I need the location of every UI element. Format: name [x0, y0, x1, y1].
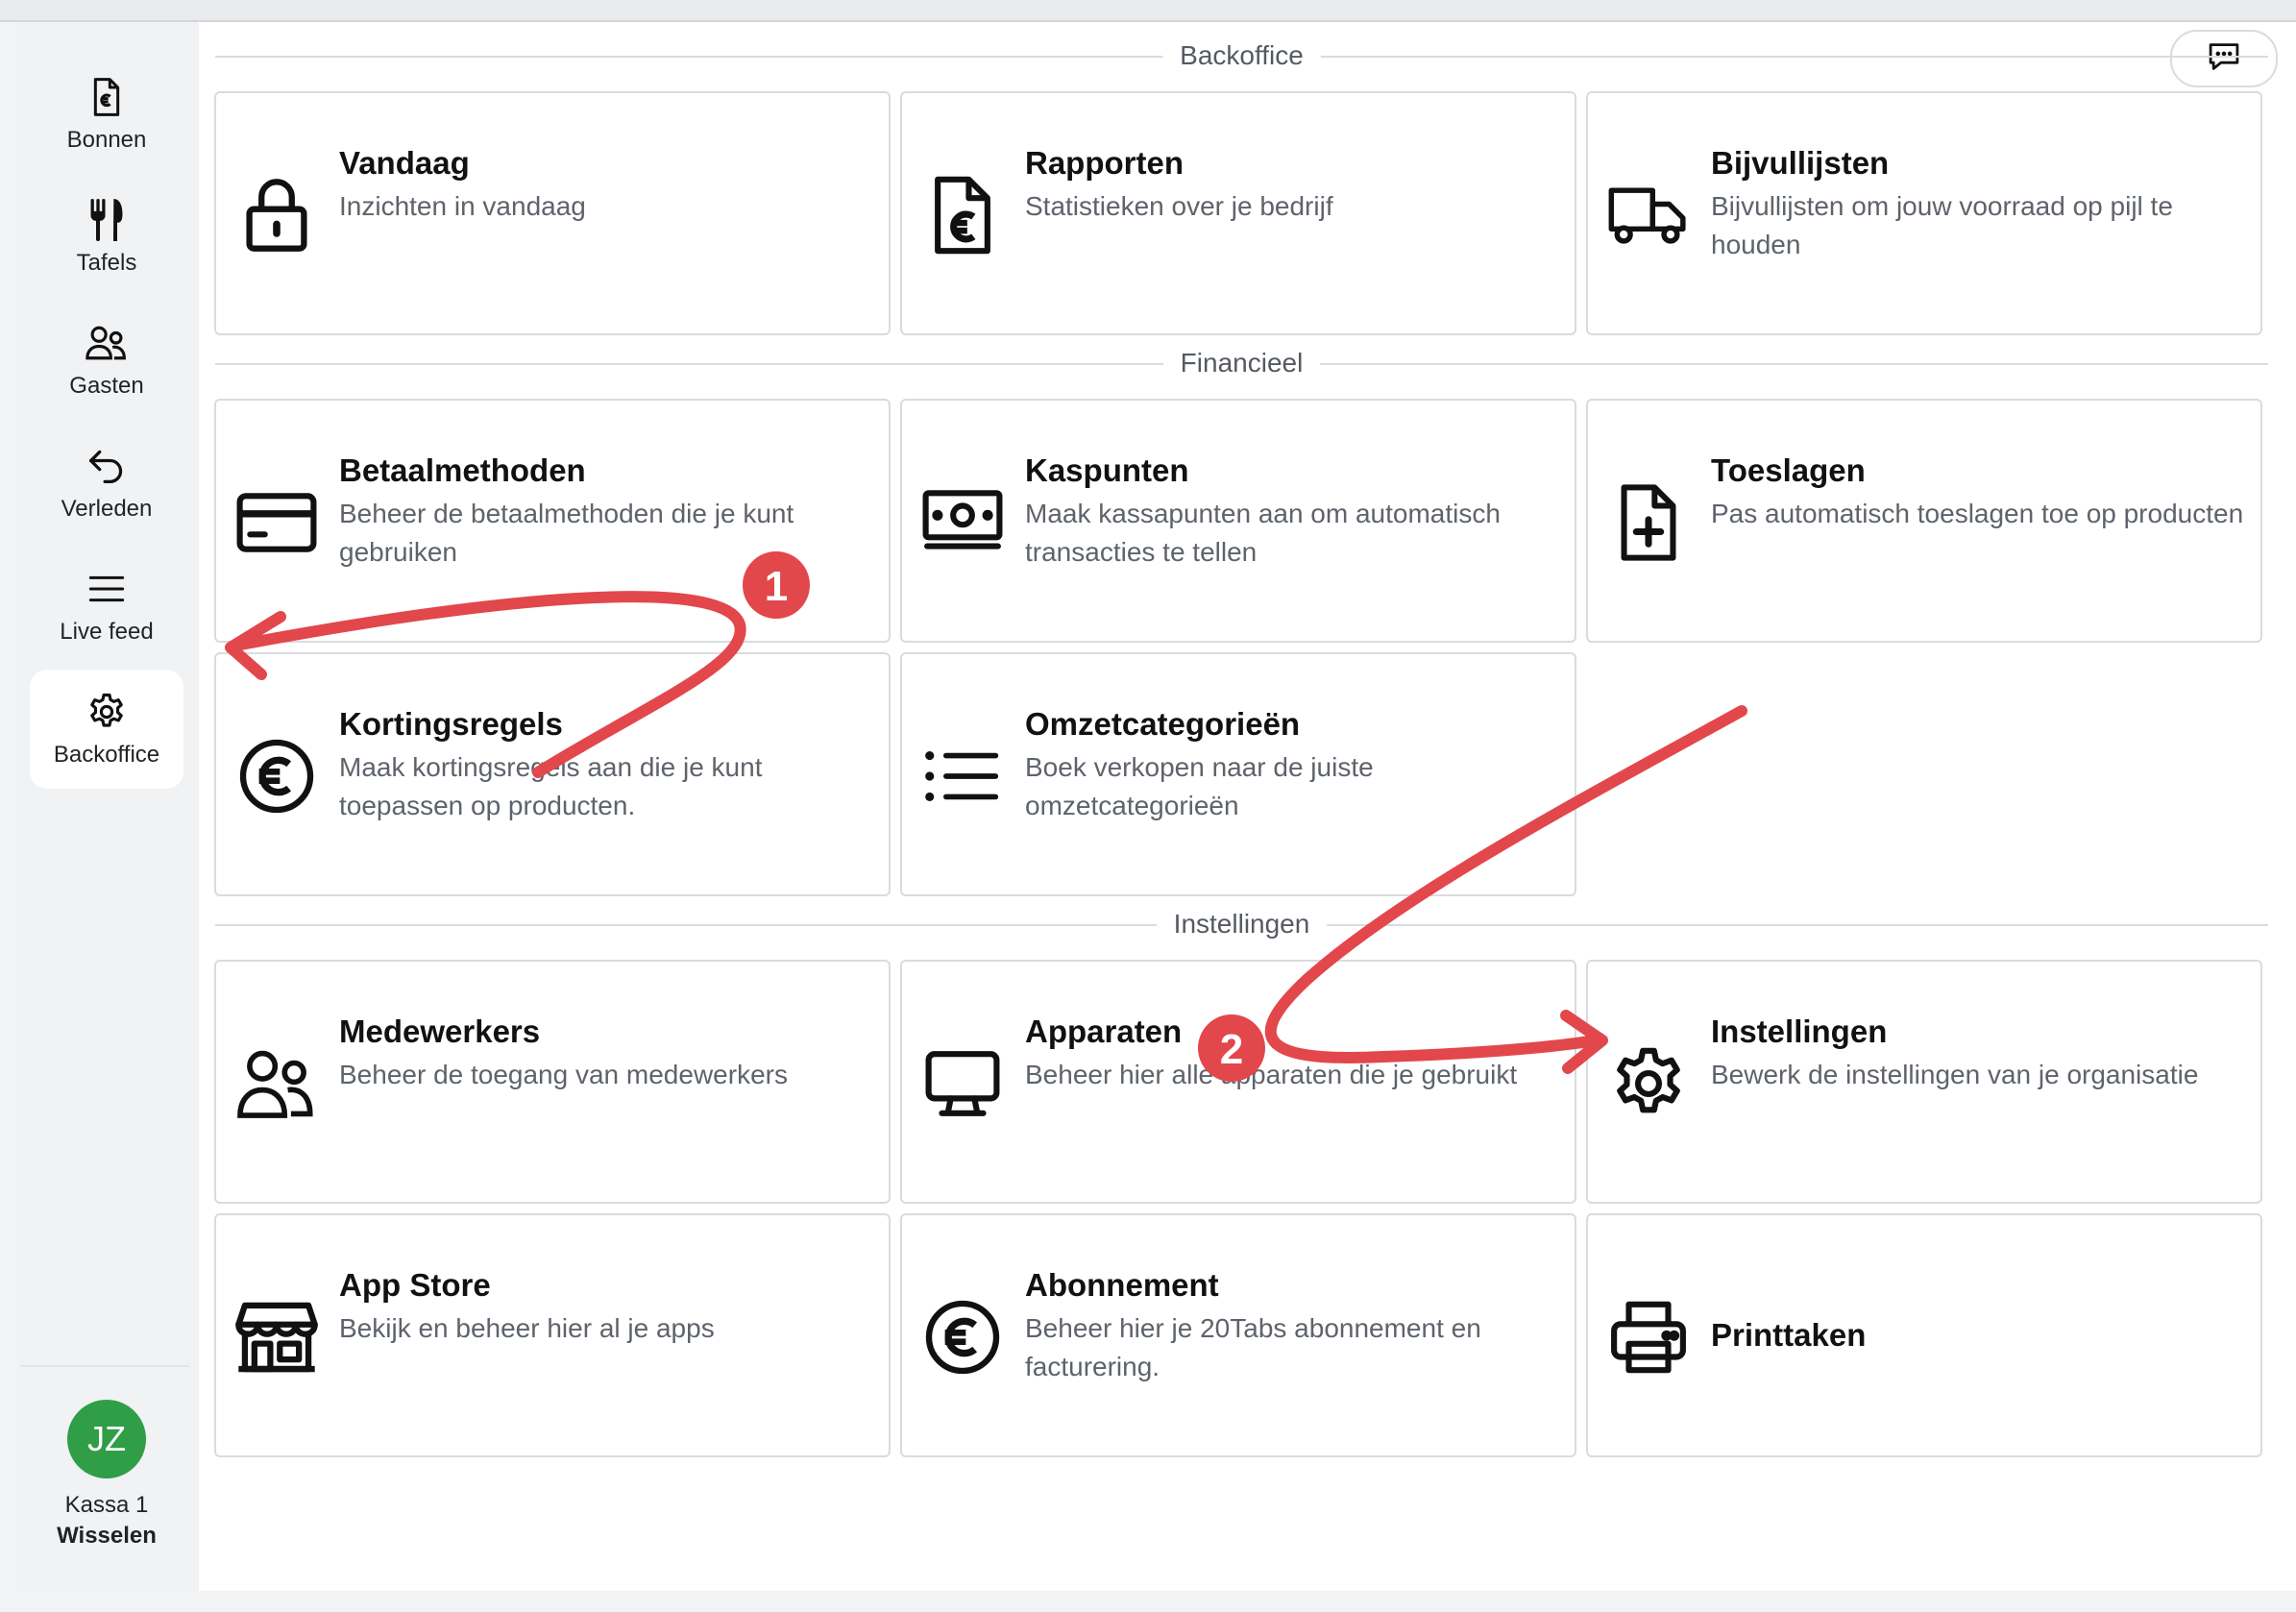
card-title: Vandaag [339, 145, 470, 181]
users-icon [235, 1042, 318, 1125]
card-apparaten[interactable]: Apparaten Beheer hier alle apparaten die… [900, 960, 1576, 1204]
card-abonnement[interactable]: Abonnement Beheer hier je 20Tabs abonnem… [900, 1213, 1576, 1457]
sidebar-item-gasten[interactable]: Gasten [30, 301, 183, 420]
card-description: Inzichten in vandaag [339, 191, 586, 221]
credit-card-icon [235, 481, 318, 564]
card-toeslagen[interactable]: Toeslagen Pas automatisch toeslagen toe … [1586, 399, 2262, 643]
document-plus-icon [1607, 481, 1690, 564]
card-title: Kaspunten [1025, 452, 1189, 488]
sidebar-divider [20, 1365, 189, 1367]
card-title: Apparaten [1025, 1014, 1183, 1049]
sidebar-item-label: Live feed [60, 619, 154, 645]
card-description: Bijvullijsten om jouw voorraad op pijl t… [1711, 191, 2173, 259]
sidebar-item-label: Tafels [76, 250, 137, 276]
card-title: Instellingen [1711, 1014, 1888, 1049]
gear-icon [85, 690, 129, 734]
card-title: Rapporten [1025, 145, 1184, 181]
card-medewerkers[interactable]: Medewerkers Beheer de toegang van medewe… [214, 960, 891, 1204]
card-title: Printtaken [1711, 1317, 1867, 1353]
card-title: Bijvullijsten [1711, 145, 1890, 181]
sidebar-item-label: Bonnen [66, 127, 147, 153]
card-app-store[interactable]: App Store Bekijk en beheer hier al je ap… [214, 1213, 891, 1457]
card-vandaag[interactable]: Vandaag Inzichten in vandaag [214, 91, 891, 335]
switch-user-link[interactable]: Wisselen [20, 1523, 193, 1550]
receipt-euro-icon [85, 75, 129, 119]
card-description: Maak kortingsregels aan die je kunt toep… [339, 752, 763, 820]
card-description: Beheer hier alle apparaten die je gebrui… [1025, 1060, 1518, 1089]
card-kortingsregels[interactable]: Kortingsregels Maak kortingsregels aan d… [214, 652, 891, 896]
undo-arrow-icon [85, 444, 129, 488]
section-title: Instellingen [1156, 907, 1328, 941]
sidebar-item-tafels[interactable]: Tafels [30, 178, 183, 297]
card-betaalmethoden[interactable]: Betaalmethoden Beheer de betaalmethoden … [214, 399, 891, 643]
euro-circle-icon [921, 1296, 1004, 1379]
card-title: Kortingsregels [339, 706, 563, 742]
card-description: Bewerk de instellingen van je organisati… [1711, 1060, 2199, 1089]
sidebar-item-backoffice[interactable]: Backoffice [30, 670, 183, 789]
sidebar-item-verleden[interactable]: Verleden [30, 424, 183, 543]
section-header-instellingen: Instellingen [215, 907, 2268, 941]
section-header-backoffice: Backoffice [215, 38, 2268, 73]
card-description: Pas automatisch toeslagen toe op product… [1711, 499, 2244, 528]
euro-circle-icon [235, 735, 318, 818]
main-content: Backoffice Vandaag Inzichten in vandaag … [199, 22, 2296, 1591]
card-title: Omzetcategorieën [1025, 706, 1301, 742]
menu-lines-icon [85, 567, 129, 611]
card-description: Bekijk en beheer hier al je apps [339, 1313, 715, 1343]
lock-icon [235, 174, 318, 256]
card-title: App Store [339, 1267, 491, 1303]
gear-icon [1607, 1042, 1690, 1125]
store-icon [235, 1296, 318, 1379]
sidebar-item-bonnen[interactable]: Bonnen [30, 55, 183, 174]
card-description: Beheer de toegang van medewerkers [339, 1060, 788, 1089]
list-icon [921, 735, 1004, 818]
card-bijvullijsten[interactable]: Bijvullijsten Bijvullijsten om jouw voor… [1586, 91, 2262, 335]
card-omzetcategorieen[interactable]: Omzetcategorieën Boek verkopen naar de j… [900, 652, 1576, 896]
card-title: Medewerkers [339, 1014, 541, 1049]
sidebar: Bonnen Tafels Gasten Verleden Live feed … [20, 22, 199, 1591]
cash-icon [921, 481, 1004, 564]
card-description: Beheer de betaalmethoden die je kunt geb… [339, 499, 794, 567]
truck-icon [1607, 174, 1690, 256]
sidebar-item-label: Backoffice [53, 742, 160, 768]
sidebar-item-label: Gasten [69, 373, 144, 399]
printer-icon [1607, 1296, 1690, 1379]
card-instellingen[interactable]: Instellingen Bewerk de instellingen van … [1586, 960, 2262, 1204]
card-title: Betaalmethoden [339, 452, 586, 488]
users-icon [85, 321, 129, 365]
card-rapporten[interactable]: Rapporten Statistieken over je bedrijf [900, 91, 1576, 335]
window-top-edge [0, 0, 2296, 22]
card-printtaken[interactable]: Printtaken [1586, 1213, 2262, 1457]
device-name: Kassa 1 [64, 1492, 149, 1518]
euro-document-icon [921, 174, 1004, 256]
card-description: Maak kassapunten aan om automatisch tran… [1025, 499, 1501, 567]
monitor-icon [921, 1042, 1004, 1125]
section-title: Backoffice [1162, 38, 1321, 73]
card-description: Boek verkopen naar de juiste omzetcatego… [1025, 752, 1374, 820]
section-header-financieel: Financieel [215, 346, 2268, 380]
card-kaspunten[interactable]: Kaspunten Maak kassapunten aan om automa… [900, 399, 1576, 643]
card-description: Beheer hier je 20Tabs abonnement en fact… [1025, 1313, 1481, 1381]
section-title: Financieel [1162, 346, 1321, 380]
sidebar-item-live-feed[interactable]: Live feed [30, 547, 183, 666]
avatar[interactable]: JZ [67, 1400, 146, 1478]
sidebar-item-label: Verleden [61, 496, 153, 522]
card-title: Abonnement [1025, 1267, 1219, 1303]
fork-knife-icon [85, 198, 129, 242]
card-title: Toeslagen [1711, 452, 1866, 488]
card-description: Statistieken over je bedrijf [1025, 191, 1333, 221]
